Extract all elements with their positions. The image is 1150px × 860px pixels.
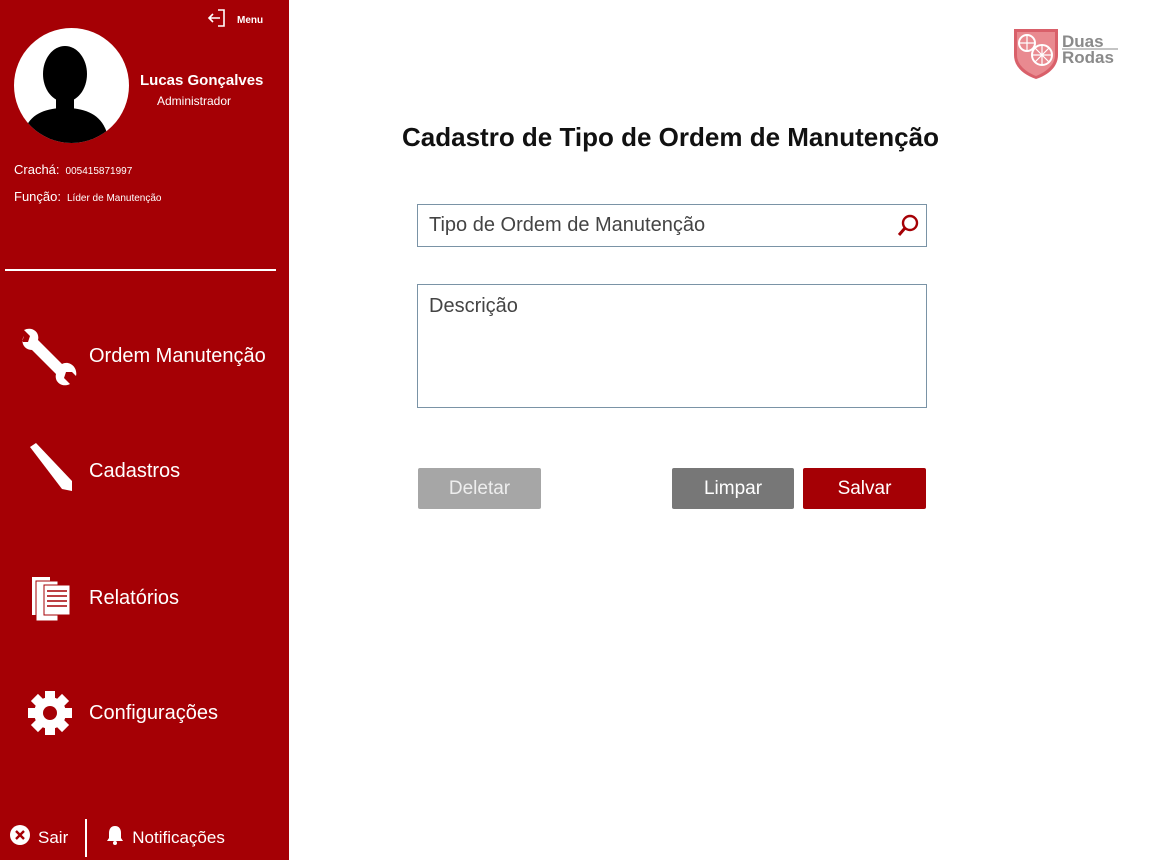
function-info: Função: Líder de Manutenção — [14, 189, 162, 204]
function-value: Líder de Manutenção — [66, 193, 162, 204]
nav-item-ordem-manutencao[interactable]: Ordem Manutenção — [20, 326, 280, 386]
avatar — [14, 28, 129, 143]
sidebar: Menu Lucas Gonçalves Administrador Crach… — [0, 0, 289, 860]
sidebar-divider — [5, 269, 276, 271]
exit-label: Sair — [38, 827, 69, 847]
order-type-input[interactable] — [418, 205, 890, 246]
menu-toggle-button[interactable]: Menu — [207, 8, 263, 33]
close-circle-icon — [10, 825, 30, 850]
sidebar-footer: Sair Notificações — [0, 815, 289, 860]
nav-label-configuracoes: Configurações — [89, 701, 218, 724]
user-silhouette-icon — [22, 46, 109, 143]
description-input[interactable] — [418, 285, 926, 407]
documents-icon — [20, 568, 80, 628]
user-name: Lucas Gonçalves — [140, 72, 264, 89]
notifications-button[interactable]: Notificações — [105, 825, 225, 850]
footer-divider — [85, 818, 88, 857]
gear-icon — [20, 683, 80, 743]
notifications-label: Notificações — [132, 827, 225, 847]
wrench-icon — [20, 326, 80, 386]
nav-item-cadastros[interactable]: Cadastros — [20, 441, 280, 501]
company-logo: Duas Rodas — [1012, 25, 1122, 81]
function-label: Função: — [14, 189, 61, 204]
menu-label: Menu — [237, 15, 264, 26]
nav-label-relatorios: Relatórios — [89, 586, 180, 609]
clear-button[interactable]: Limpar — [672, 468, 794, 509]
save-button[interactable]: Salvar — [803, 468, 926, 509]
nav-label-cadastros: Cadastros — [89, 459, 181, 482]
collapse-menu-icon — [207, 8, 227, 33]
badge-info: Crachá: 005415871997 — [14, 162, 132, 177]
nav-label-ordem-manutencao: Ordem Manutenção — [89, 344, 266, 367]
bell-icon — [105, 825, 125, 850]
exit-button[interactable]: Sair — [10, 825, 68, 850]
page-title: Cadastro de Tipo de Ordem de Manutenção — [402, 122, 939, 152]
delete-button[interactable]: Deletar — [418, 468, 541, 509]
logo-text-line2: Rodas — [1062, 48, 1114, 67]
nav-item-relatorios[interactable]: Relatórios — [20, 568, 280, 628]
search-icon — [897, 214, 919, 236]
description-field — [417, 284, 927, 408]
nav-item-configuracoes[interactable]: Configurações — [20, 683, 280, 743]
badge-value: 005415871997 — [65, 166, 133, 177]
order-type-field — [417, 204, 927, 247]
badge-label: Crachá: — [14, 162, 60, 177]
search-button[interactable] — [890, 205, 926, 246]
pencil-icon — [20, 441, 80, 501]
user-role: Administrador — [157, 94, 232, 108]
